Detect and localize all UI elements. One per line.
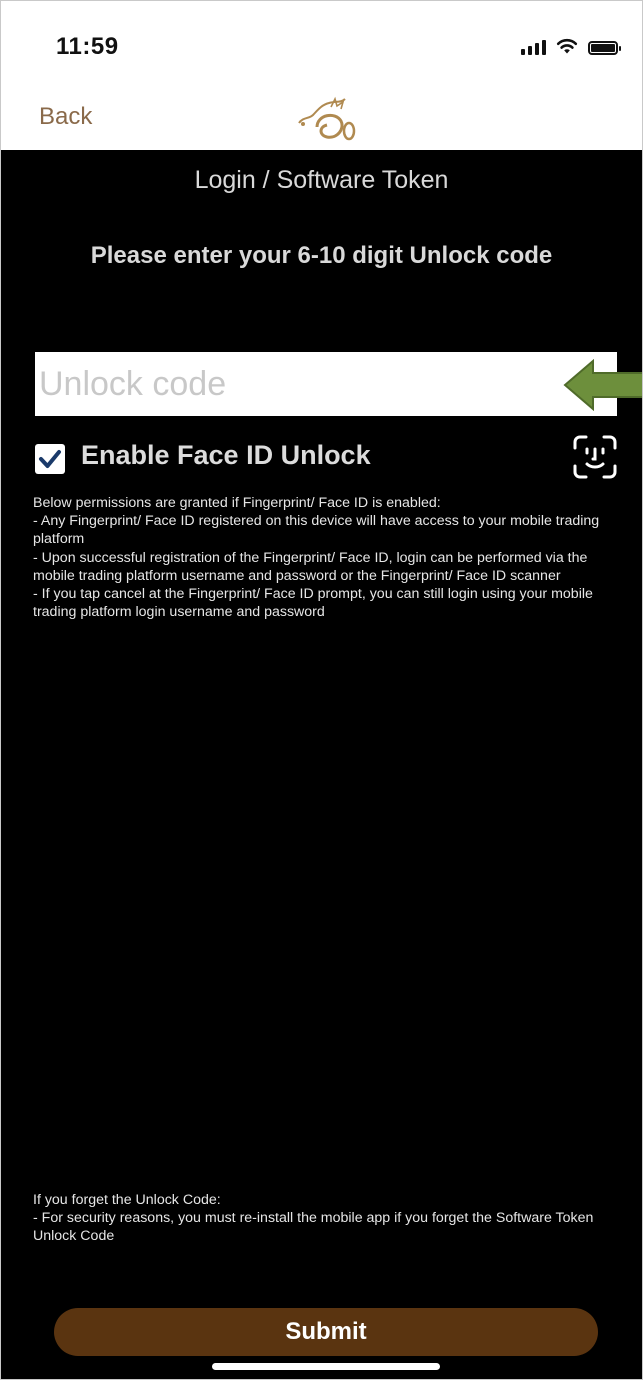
- permissions-line: - Any Fingerprint/ Face ID registered on…: [33, 513, 600, 548]
- cellular-signal-icon: [521, 39, 546, 55]
- face-id-label: Enable Face ID Unlock: [81, 440, 371, 470]
- submit-button[interactable]: Submit: [54, 1308, 598, 1356]
- wifi-icon: [556, 38, 578, 54]
- permissions-info: Below permissions are granted if Fingerp…: [33, 494, 623, 621]
- back-button[interactable]: Back: [39, 103, 92, 131]
- dragon-logo-icon: [298, 96, 356, 141]
- face-id-checkbox[interactable]: [35, 444, 65, 474]
- status-bar: 11:59: [1, 1, 642, 87]
- unlock-code-input[interactable]: [35, 352, 617, 416]
- home-indicator[interactable]: [212, 1363, 440, 1370]
- nav-bar: Back: [1, 87, 642, 150]
- unlock-instruction: Please enter your 6-10 digit Unlock code: [90, 242, 553, 269]
- face-id-option: Enable Face ID Unlock: [35, 434, 617, 480]
- permissions-line: - Upon successful registration of the Fi…: [33, 549, 588, 584]
- battery-icon: [588, 41, 621, 55]
- forget-note-line: If you forget the Unlock Code:: [33, 1192, 221, 1208]
- checkmark-icon: [39, 450, 61, 468]
- forget-code-note: If you forget the Unlock Code: - For sec…: [33, 1191, 623, 1246]
- permissions-line: Below permissions are granted if Fingerp…: [33, 495, 441, 511]
- app-screen: 11:59 Back Login / Software Token Please…: [0, 0, 643, 1380]
- left-arrow-icon: [563, 359, 642, 411]
- face-id-icon[interactable]: [572, 434, 618, 480]
- permissions-line: - If you tap cancel at the Fingerprint/ …: [33, 586, 593, 621]
- page-title: Login / Software Token: [194, 166, 449, 194]
- login-panel: Login / Software Token Please enter your…: [1, 150, 642, 1379]
- forget-note-line: - For security reasons, you must re-inst…: [33, 1210, 594, 1245]
- status-icons: [521, 37, 621, 55]
- status-time: 11:59: [56, 33, 119, 60]
